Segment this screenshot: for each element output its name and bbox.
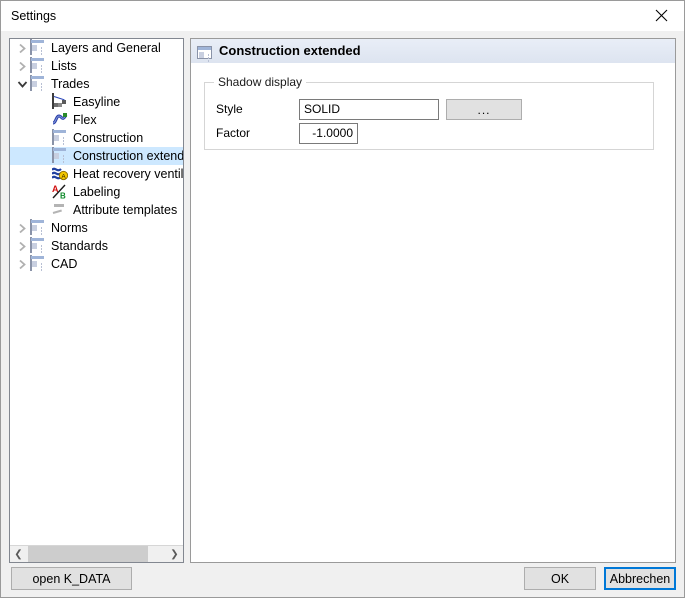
page-icon: [197, 45, 212, 59]
tree-item-construction[interactable]: Construction: [10, 129, 183, 147]
svg-text:B: B: [60, 192, 66, 200]
tree-scroll-area: Layers and General Lists Trades Easyline Fle…: [10, 39, 184, 546]
style-browse-button[interactable]: ...: [446, 99, 522, 120]
tree-item-label: Lists: [51, 59, 77, 73]
style-input[interactable]: SOLID: [299, 99, 439, 120]
page-icon: [30, 255, 46, 272]
tree-item-norms[interactable]: Norms: [10, 219, 183, 237]
tree-item-label: Flex: [73, 113, 97, 127]
page-icon: [30, 75, 46, 92]
tree-item-trades[interactable]: Trades: [10, 75, 183, 93]
tree-item-standards[interactable]: Standards: [10, 237, 183, 255]
tree-item-layers-and-general[interactable]: Layers and General: [10, 39, 183, 57]
scroll-right-icon[interactable]: ❯: [166, 546, 183, 562]
title-bar: Settings: [1, 1, 684, 31]
chevron-down-icon[interactable]: [14, 75, 30, 93]
scroll-left-icon[interactable]: ❮: [10, 546, 27, 562]
tree-horizontal-scrollbar[interactable]: ❮ ❯: [10, 545, 183, 562]
style-field-row: Style SOLID ...: [216, 99, 641, 120]
flex-icon: [52, 112, 68, 128]
chevron-right-icon[interactable]: [14, 237, 30, 255]
tree-item-attribute-templates[interactable]: Attribute templates: [10, 201, 183, 219]
scrollbar-thumb[interactable]: [28, 546, 148, 562]
tree-item-cad[interactable]: CAD: [10, 255, 183, 273]
chevron-right-icon[interactable]: [14, 255, 30, 273]
tree-item-labeling[interactable]: A B Labeling: [10, 183, 183, 201]
tree-item-label: Attribute templates: [73, 203, 178, 217]
style-label: Style: [216, 102, 243, 116]
dialog-client-area: Layers and General Lists Trades Easyline Fle…: [1, 31, 684, 597]
tree-item-flex[interactable]: Flex: [10, 111, 183, 129]
content-panel: Construction extended Shadow display Sty…: [190, 38, 676, 563]
easyline-icon: [52, 93, 68, 110]
chevron-right-icon[interactable]: [14, 57, 30, 75]
tree-item-easyline[interactable]: Easyline: [10, 93, 183, 111]
heat-recovery-icon: A: [52, 166, 68, 182]
group-legend: Shadow display: [214, 75, 307, 89]
shadow-display-group: Shadow display Style SOLID ... Factor -1…: [204, 75, 654, 150]
page-icon: [30, 219, 46, 236]
open-kdata-button[interactable]: open K_DATA: [11, 567, 132, 590]
close-button[interactable]: [639, 1, 684, 30]
tree-item-lists[interactable]: Lists: [10, 57, 183, 75]
page-title: Construction extended: [219, 43, 361, 58]
page-icon: [30, 57, 46, 74]
page-icon: [52, 129, 68, 146]
tree-item-construction-extended[interactable]: Construction extended: [10, 147, 184, 165]
page-icon: [30, 237, 46, 254]
tree-item-heat-recovery-ventilation[interactable]: A Heat recovery ventilation: [10, 165, 184, 183]
tree-item-label: Construction extended: [73, 149, 184, 163]
tree-item-label: CAD: [51, 257, 78, 271]
tree-item-label: Labeling: [73, 185, 121, 199]
chevron-right-icon[interactable]: [14, 219, 30, 237]
close-icon: [655, 9, 668, 22]
tree-item-label: Easyline: [73, 95, 121, 109]
cancel-button[interactable]: Abbrechen: [604, 567, 676, 590]
settings-tree[interactable]: Layers and General Lists Trades Easyline Fle…: [9, 38, 184, 563]
factor-label: Factor: [216, 126, 251, 140]
window-title: Settings: [11, 9, 57, 23]
page-icon: [30, 39, 46, 56]
svg-text:A: A: [61, 173, 66, 180]
ok-button[interactable]: OK: [524, 567, 596, 590]
tree-item-label: Construction: [73, 131, 144, 145]
factor-field-row: Factor -1.0000: [216, 123, 641, 144]
tree-item-label: Norms: [51, 221, 88, 235]
page-icon: [52, 147, 68, 164]
tree-item-label: Standards: [51, 239, 108, 253]
content-header: Construction extended: [191, 39, 675, 63]
tree-item-label: Trades: [51, 77, 90, 91]
settings-dialog: Settings Layers and General Lists Trades Ea…: [0, 0, 685, 598]
chevron-right-icon[interactable]: [14, 39, 30, 57]
tree-item-label: Heat recovery ventilation: [73, 167, 184, 181]
labeling-icon: AB: [52, 184, 68, 200]
attribute-icon: [52, 202, 68, 218]
tree-item-label: Layers and General: [51, 41, 161, 55]
factor-input[interactable]: -1.0000: [299, 123, 358, 144]
